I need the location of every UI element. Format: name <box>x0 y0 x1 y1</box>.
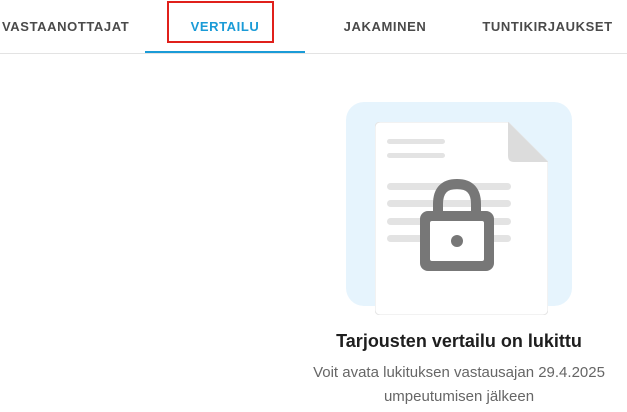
locked-title: Tarjousten vertailu on lukittu <box>336 331 582 351</box>
locked-document-illustration <box>375 122 548 315</box>
tab-vastaanottajat[interactable]: VASTAANOTTAJAT <box>0 0 140 53</box>
active-tab-indicator <box>145 51 305 53</box>
locked-subtitle: Voit avata lukituksen vastausajan 29.4.2… <box>290 361 627 409</box>
tab-bar: VASTAANOTTAJAT VERTAILU JAKAMINEN TUNTIK… <box>0 0 627 54</box>
locked-subtitle-line2: umpeutumisen jälkeen <box>383 388 535 405</box>
page: VASTAANOTTAJAT VERTAILU JAKAMINEN TUNTIK… <box>0 0 627 412</box>
locked-subtitle-line1: Voit avata lukituksen vastausajan 29.4.2… <box>313 364 605 381</box>
tab-tuntikirjaukset[interactable]: TUNTIKIRJAUKSET <box>468 0 627 53</box>
highlight-box <box>167 1 274 43</box>
tab-jakaminen[interactable]: JAKAMINEN <box>305 0 465 53</box>
